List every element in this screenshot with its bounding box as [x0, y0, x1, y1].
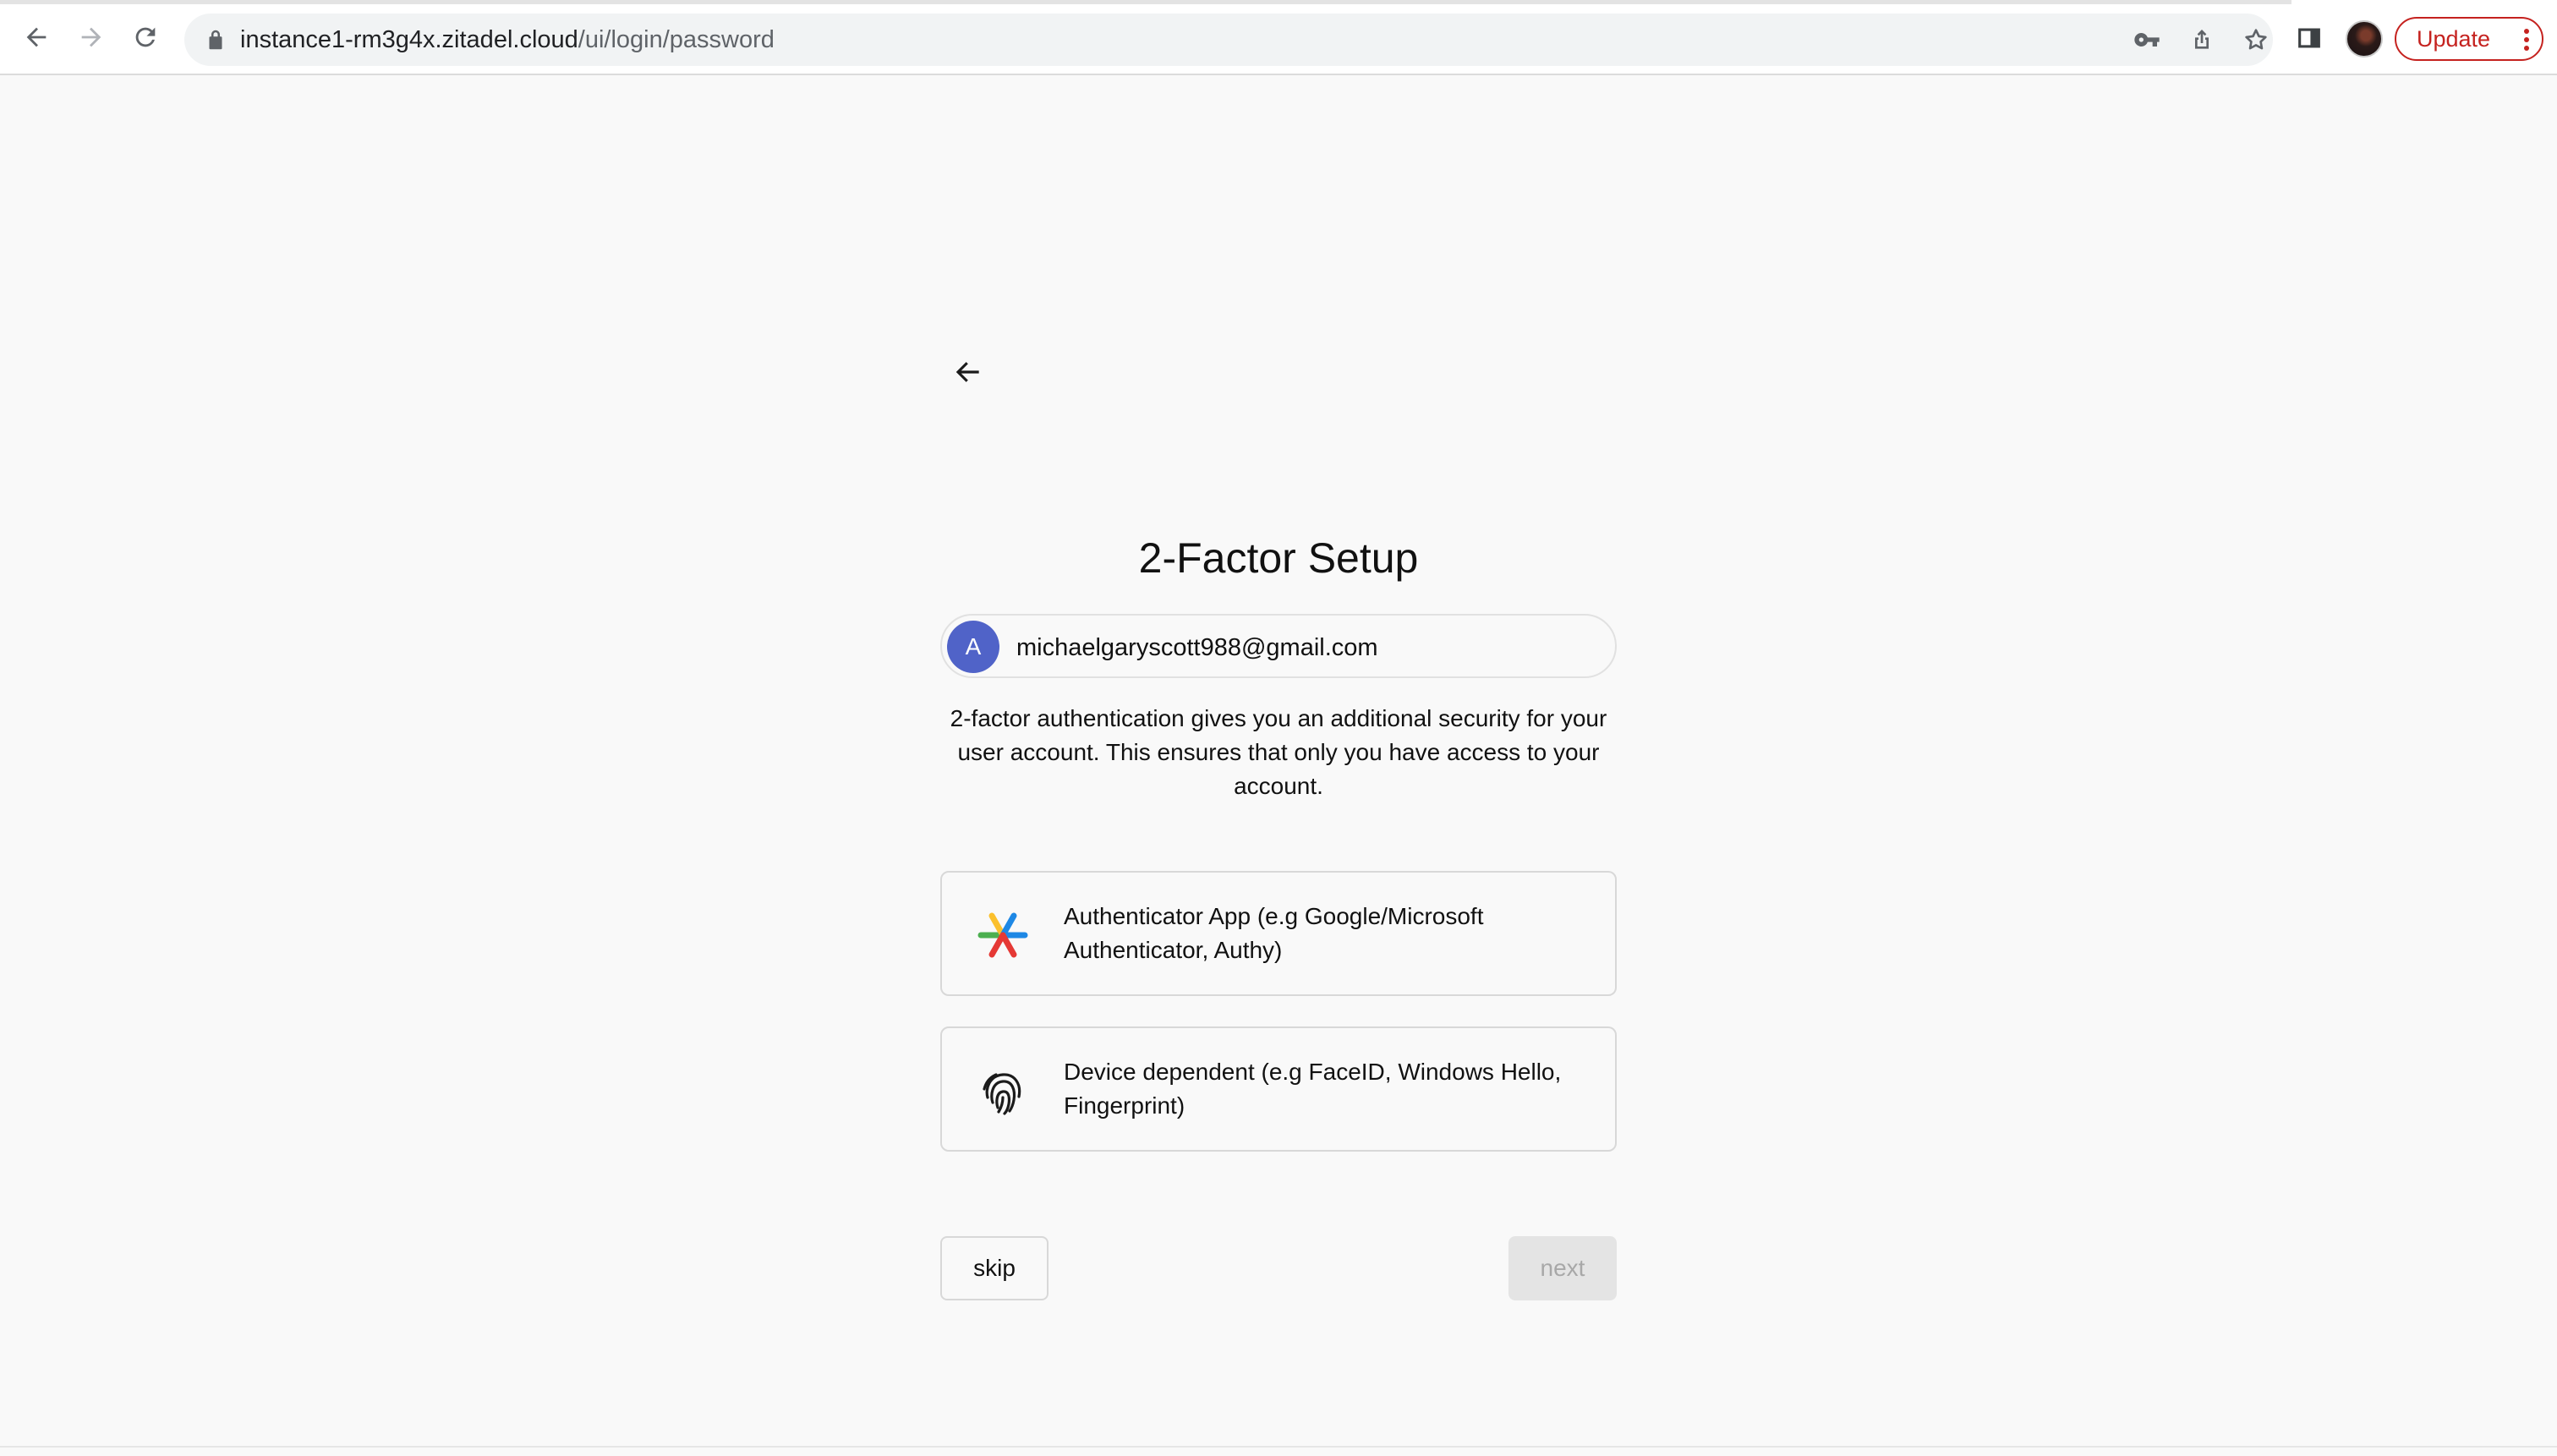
arrow-left-icon: [955, 362, 979, 382]
page-title: 2-Factor Setup: [1138, 534, 1419, 582]
more-vert-icon: [2524, 29, 2529, 51]
reload-button[interactable]: [127, 19, 164, 56]
reload-icon: [135, 27, 156, 47]
star-icon: [2245, 29, 2267, 50]
back-button[interactable]: [18, 19, 55, 56]
option-authenticator-app[interactable]: Authenticator App (e.g Google/Microsoft …: [940, 871, 1617, 996]
back-link[interactable]: [947, 353, 989, 391]
option-device-dependent-label: Device dependent (e.g FaceID, Windows He…: [1064, 1059, 1562, 1119]
browser-toolbar: instance1-rm3g4x.zitadel.cloud/ui/login/…: [0, 0, 2557, 75]
user-email: michaelgaryscott988@gmail.com: [1016, 634, 1378, 661]
profile-avatar[interactable]: [2346, 20, 2383, 57]
user-avatar: A: [947, 621, 999, 673]
side-panel-icon: [2298, 28, 2320, 48]
page-load-progress: [0, 0, 2291, 4]
share-button[interactable]: [2186, 24, 2218, 56]
description-text: 2-factor authentication gives you an add…: [950, 705, 1607, 799]
bottom-divider: [0, 1446, 2557, 1448]
user-chip[interactable]: A michaelgaryscott988@gmail.com: [940, 614, 1617, 678]
lock-icon[interactable]: [203, 27, 228, 52]
forward-icon: [81, 27, 101, 47]
update-button[interactable]: Update: [2395, 17, 2543, 61]
fingerprint-icon: [983, 1073, 1021, 1115]
address-bar[interactable]: instance1-rm3g4x.zitadel.cloud/ui/login/…: [184, 14, 2273, 66]
bookmark-star-button[interactable]: [2240, 24, 2272, 56]
forward-button[interactable]: [73, 19, 110, 56]
url-path: /ui/login/password: [578, 26, 775, 53]
update-label: Update: [2417, 25, 2491, 52]
key-icon: [2134, 33, 2160, 47]
authenticator-app-icon: [977, 912, 1028, 958]
url-host: instance1-rm3g4x.zitadel.cloud: [240, 26, 578, 53]
option-authenticator-app-label: Authenticator App (e.g Google/Microsoft …: [1064, 903, 1484, 963]
side-panel-button[interactable]: [2292, 21, 2326, 55]
url-text[interactable]: instance1-rm3g4x.zitadel.cloud/ui/login/…: [240, 25, 775, 55]
skip-button[interactable]: skip: [940, 1236, 1049, 1300]
share-icon: [2195, 30, 2209, 49]
option-device-dependent[interactable]: Device dependent (e.g FaceID, Windows He…: [940, 1026, 1617, 1152]
password-key-button[interactable]: [2131, 24, 2163, 56]
next-button[interactable]: next: [1508, 1236, 1617, 1300]
back-icon: [26, 27, 47, 47]
